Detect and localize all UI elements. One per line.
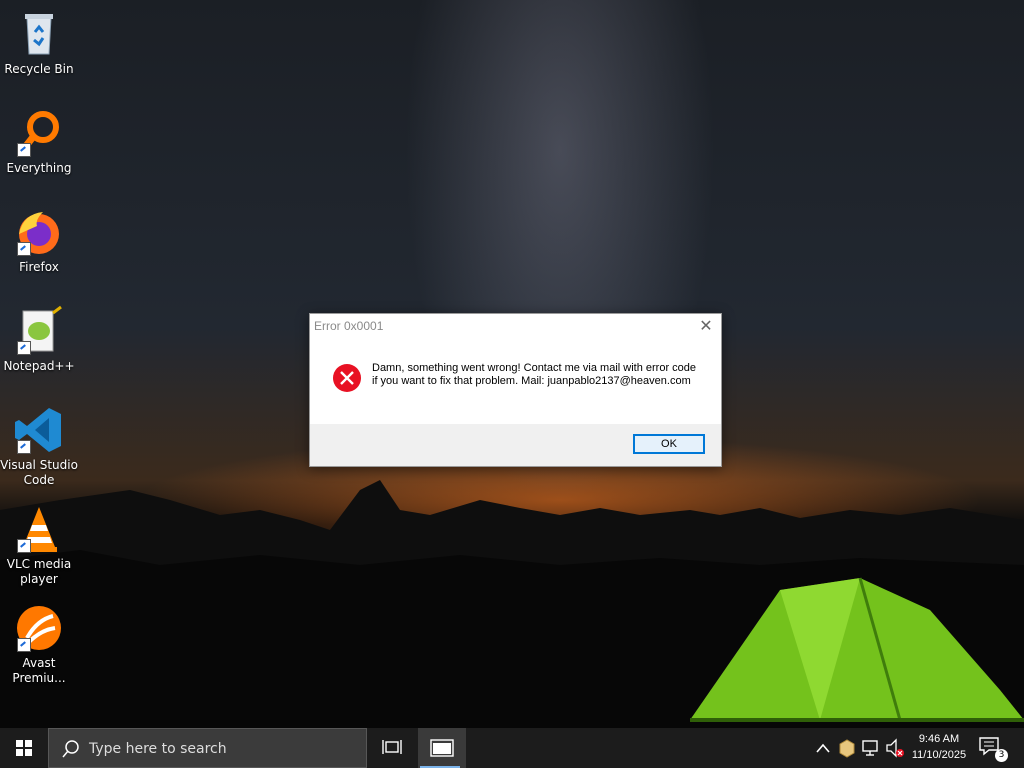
- error-dialog: Error 0x0001 ✕ Damn, something went wron…: [309, 313, 722, 467]
- ok-button[interactable]: OK: [633, 434, 705, 454]
- windows-logo-icon: [16, 740, 32, 756]
- dialog-message: Damn, something went wrong! Contact me v…: [372, 362, 697, 387]
- desktop-icon-vlc[interactable]: VLC media player: [0, 499, 78, 587]
- desktop-icon-label: Everything: [6, 161, 72, 175]
- error-icon: [333, 364, 361, 392]
- green-tent: [690, 577, 1024, 722]
- everything-search-icon: [13, 107, 65, 159]
- shortcut-arrow-icon: [17, 440, 31, 454]
- package-icon[interactable]: [838, 728, 856, 768]
- dialog-titlebar[interactable]: Error 0x0001 ✕: [310, 314, 721, 339]
- shortcut-arrow-icon: [17, 539, 31, 553]
- desktop-icon-label: Avast Premiu...: [12, 656, 66, 685]
- desktop-icon-recycle-bin[interactable]: Recycle Bin: [0, 4, 78, 77]
- task-view-icon: [382, 740, 402, 754]
- desktop-icon-avast[interactable]: Avast Premiu...: [0, 598, 78, 686]
- close-icon[interactable]: ✕: [697, 317, 715, 335]
- shortcut-arrow-icon: [17, 341, 31, 355]
- network-icon[interactable]: [861, 728, 881, 768]
- taskbar-app-window[interactable]: [418, 728, 466, 768]
- show-hidden-icons-chevron-up-icon[interactable]: [814, 728, 832, 768]
- clock[interactable]: 9:46 AM 11/10/2025: [904, 731, 974, 763]
- task-view-button[interactable]: [368, 728, 416, 768]
- desktop-icon-label: Notepad++: [3, 359, 75, 373]
- search-icon: [62, 740, 79, 758]
- notepad-plus-plus-icon: [13, 305, 65, 357]
- dialog-footer: OK: [310, 424, 721, 466]
- dialog-title: Error 0x0001: [314, 319, 384, 333]
- avast-icon: [13, 602, 65, 654]
- notification-count-badge: 3: [995, 749, 1008, 762]
- desktop: Recycle Bin Everything Firefox Notepad++…: [0, 0, 1024, 728]
- desktop-icon-notepad-plus-plus[interactable]: Notepad++: [0, 301, 78, 374]
- clock-time: 9:46 AM: [918, 733, 960, 745]
- search-box[interactable]: Type here to search: [48, 728, 367, 768]
- desktop-icon-label: Recycle Bin: [4, 62, 74, 76]
- taskbar: Type here to search 9:46 AM 11/10/2025 3: [0, 728, 1024, 768]
- action-center-button[interactable]: 3: [978, 736, 1008, 762]
- recycle-bin-icon: [13, 8, 65, 60]
- desktop-icon-everything[interactable]: Everything: [0, 103, 78, 176]
- shortcut-arrow-icon: [17, 242, 31, 256]
- desktop-icon-label: VLC media player: [6, 557, 72, 586]
- vscode-icon: [13, 404, 65, 456]
- window-icon: [430, 739, 454, 757]
- desktop-icon-label: Visual Studio Code: [0, 458, 78, 487]
- volume-muted-icon[interactable]: [885, 728, 905, 768]
- start-button[interactable]: [0, 728, 48, 768]
- desktop-icon-vscode[interactable]: Visual Studio Code: [0, 400, 78, 488]
- shortcut-arrow-icon: [17, 638, 31, 652]
- desktop-icon-firefox[interactable]: Firefox: [0, 202, 78, 275]
- search-placeholder: Type here to search: [89, 741, 227, 757]
- vlc-icon: [13, 503, 65, 555]
- shortcut-arrow-icon: [17, 143, 31, 157]
- desktop-icon-label: Firefox: [19, 260, 59, 274]
- clock-date: 11/10/2025: [911, 749, 967, 761]
- firefox-icon: [13, 206, 65, 258]
